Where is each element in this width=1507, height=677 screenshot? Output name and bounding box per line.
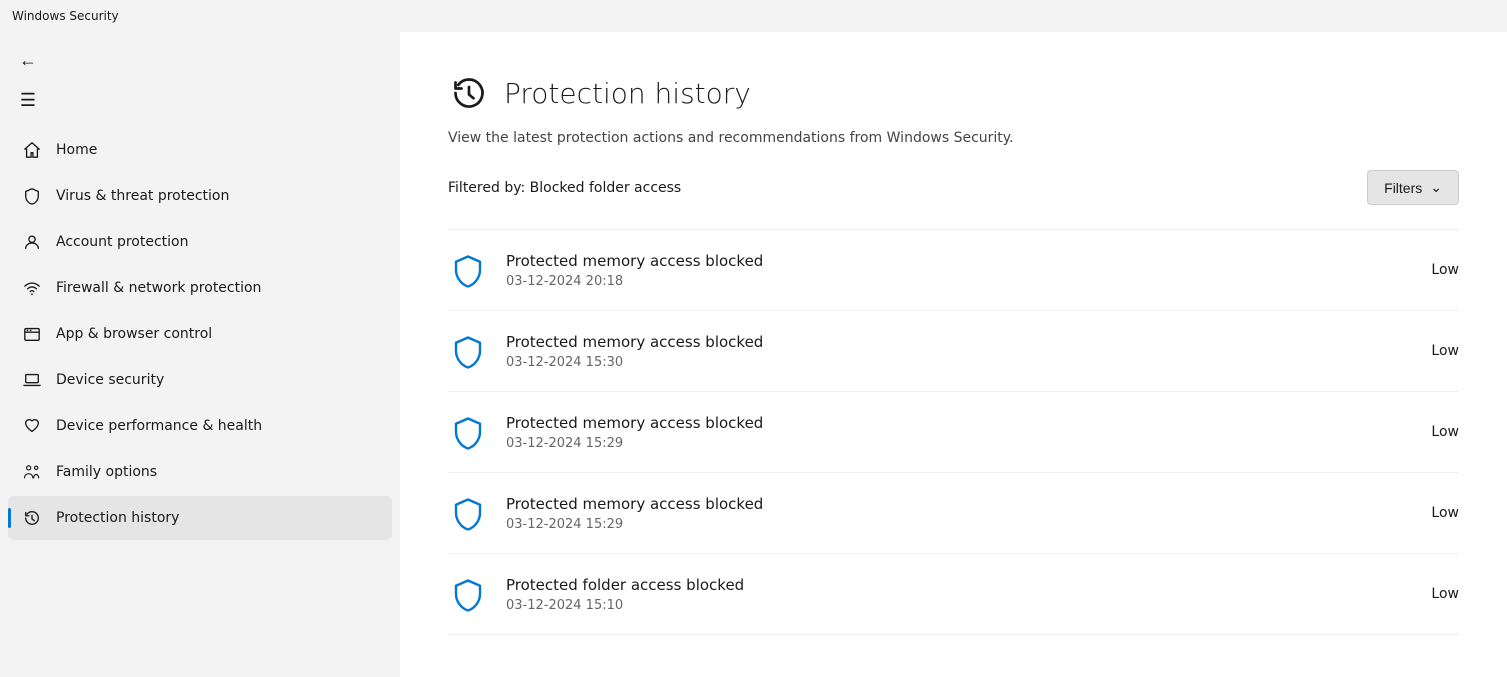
event-time-2: 03-12-2024 15:30: [506, 355, 763, 370]
event-title-3: Protected memory access blocked: [506, 414, 763, 432]
back-arrow-icon: ←: [19, 50, 37, 71]
sidebar-item-protection-history[interactable]: Protection history: [8, 496, 392, 540]
shield-nav-icon: [22, 186, 42, 206]
sidebar-item-account-label: Account protection: [56, 234, 189, 250]
wifi-icon: [22, 278, 42, 298]
event-title-2: Protected memory access blocked: [506, 333, 763, 351]
sidebar-item-virus[interactable]: Virus & threat protection: [8, 174, 392, 218]
shield-event-icon-4: [448, 493, 488, 533]
history-item-left-3: Protected memory access blocked 03-12-20…: [448, 412, 763, 452]
page-subtitle: View the latest protection actions and r…: [448, 130, 1459, 146]
history-item-1[interactable]: Protected memory access blocked 03-12-20…: [448, 229, 1459, 311]
event-time-5: 03-12-2024 15:10: [506, 598, 744, 613]
event-title-1: Protected memory access blocked: [506, 252, 763, 270]
history-item-left-5: Protected folder access blocked 03-12-20…: [448, 574, 744, 614]
sidebar-item-device-health-label: Device performance & health: [56, 418, 262, 434]
sidebar-item-family-label: Family options: [56, 464, 157, 480]
history-list: Protected memory access blocked 03-12-20…: [448, 229, 1459, 635]
history-icon: [22, 508, 42, 528]
sidebar-item-app-browser[interactable]: App & browser control: [8, 312, 392, 356]
main-layout: ← ☰ Home: [0, 32, 1507, 677]
sidebar-item-family[interactable]: Family options: [8, 450, 392, 494]
severity-label-2: Low: [1431, 343, 1459, 359]
history-item-info-4: Protected memory access blocked 03-12-20…: [506, 495, 763, 532]
event-time-3: 03-12-2024 15:29: [506, 436, 763, 451]
nav-menu: Home Virus & threat protection: [0, 128, 400, 540]
event-title-4: Protected memory access blocked: [506, 495, 763, 513]
history-item-info-5: Protected folder access blocked 03-12-20…: [506, 576, 744, 613]
title-bar: Windows Security: [0, 0, 1507, 32]
sidebar: ← ☰ Home: [0, 32, 400, 677]
history-item-left-4: Protected memory access blocked 03-12-20…: [448, 493, 763, 533]
heart-icon: [22, 416, 42, 436]
home-icon: [22, 140, 42, 160]
history-item-left-1: Protected memory access blocked 03-12-20…: [448, 250, 763, 290]
severity-label-1: Low: [1431, 262, 1459, 278]
page-header: Protection history: [448, 72, 1459, 114]
page-header-icon: [448, 72, 490, 114]
filter-label: Filtered by: Blocked folder access: [448, 180, 681, 196]
sidebar-item-protection-history-label: Protection history: [56, 510, 179, 526]
hamburger-icon: ☰: [20, 90, 36, 111]
history-item-3[interactable]: Protected memory access blocked 03-12-20…: [448, 392, 1459, 473]
laptop-icon: [22, 370, 42, 390]
sidebar-item-virus-label: Virus & threat protection: [56, 188, 229, 204]
shield-event-icon-2: [448, 331, 488, 371]
app-browser-icon: [22, 324, 42, 344]
shield-event-icon-1: [448, 250, 488, 290]
menu-button[interactable]: ☰: [8, 80, 48, 120]
page-title: Protection history: [504, 77, 751, 110]
filters-button-label: Filters: [1384, 180, 1422, 196]
history-item-5[interactable]: Protected folder access blocked 03-12-20…: [448, 554, 1459, 635]
sidebar-item-firewall[interactable]: Firewall & network protection: [8, 266, 392, 310]
sidebar-item-home-label: Home: [56, 142, 97, 158]
history-item-info-3: Protected memory access blocked 03-12-20…: [506, 414, 763, 451]
severity-label-3: Low: [1431, 424, 1459, 440]
history-item-info-2: Protected memory access blocked 03-12-20…: [506, 333, 763, 370]
event-title-5: Protected folder access blocked: [506, 576, 744, 594]
sidebar-item-account[interactable]: Account protection: [8, 220, 392, 264]
shield-event-icon-5: [448, 574, 488, 614]
chevron-down-icon: ⌄: [1430, 179, 1442, 196]
sidebar-item-device-security-label: Device security: [56, 372, 164, 388]
filter-bar: Filtered by: Blocked folder access Filte…: [448, 170, 1459, 205]
severity-label-5: Low: [1431, 586, 1459, 602]
sidebar-item-app-browser-label: App & browser control: [56, 326, 212, 342]
content-area: Protection history View the latest prote…: [400, 32, 1507, 677]
sidebar-item-device-health[interactable]: Device performance & health: [8, 404, 392, 448]
history-item-left-2: Protected memory access blocked 03-12-20…: [448, 331, 763, 371]
account-icon: [22, 232, 42, 252]
sidebar-item-home[interactable]: Home: [8, 128, 392, 172]
severity-label-4: Low: [1431, 505, 1459, 521]
back-button[interactable]: ←: [8, 40, 48, 80]
history-item-info-1: Protected memory access blocked 03-12-20…: [506, 252, 763, 289]
app-name: Windows Security: [12, 9, 119, 23]
sidebar-top-controls: ← ☰: [0, 40, 400, 120]
history-item-2[interactable]: Protected memory access blocked 03-12-20…: [448, 311, 1459, 392]
filters-button[interactable]: Filters ⌄: [1367, 170, 1459, 205]
sidebar-item-firewall-label: Firewall & network protection: [56, 280, 261, 296]
history-item-4[interactable]: Protected memory access blocked 03-12-20…: [448, 473, 1459, 554]
event-time-4: 03-12-2024 15:29: [506, 517, 763, 532]
shield-event-icon-3: [448, 412, 488, 452]
sidebar-item-device-security[interactable]: Device security: [8, 358, 392, 402]
family-icon: [22, 462, 42, 482]
event-time-1: 03-12-2024 20:18: [506, 274, 763, 289]
